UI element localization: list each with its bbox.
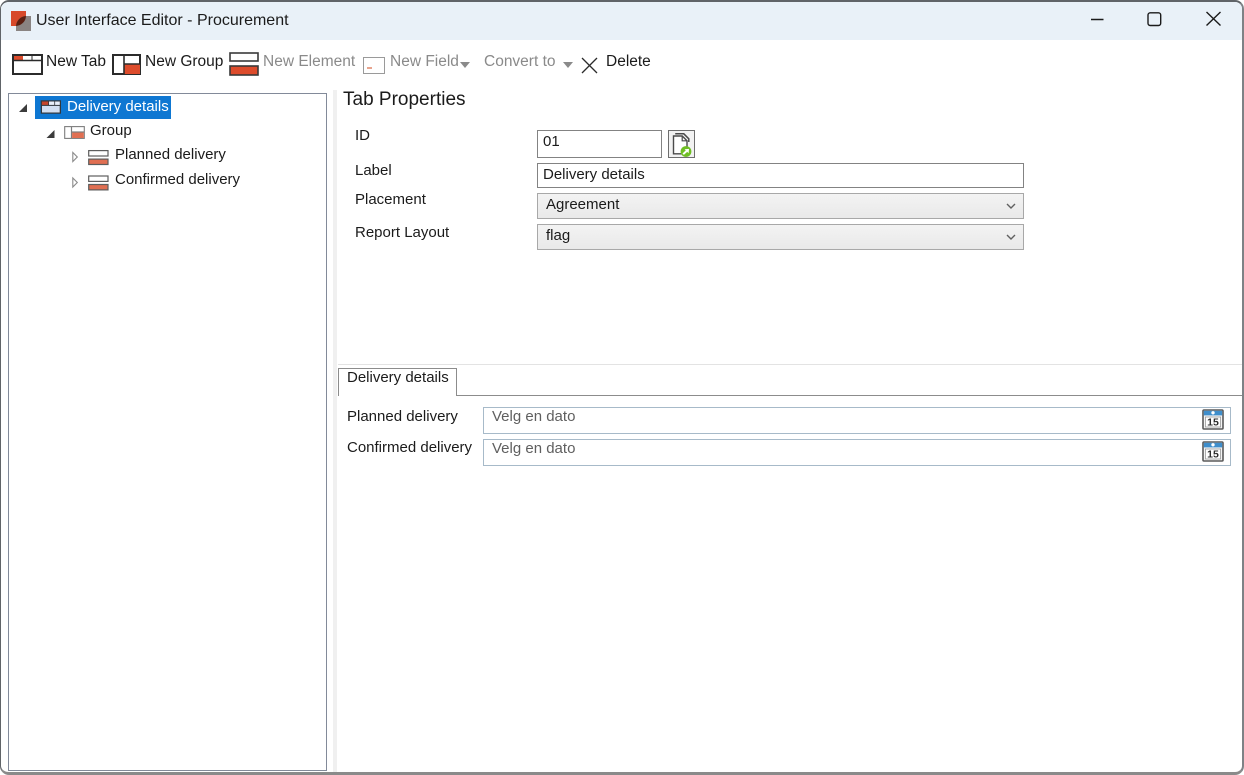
svg-text:15: 15 [1207,417,1219,429]
svg-text:15: 15 [1207,449,1219,461]
